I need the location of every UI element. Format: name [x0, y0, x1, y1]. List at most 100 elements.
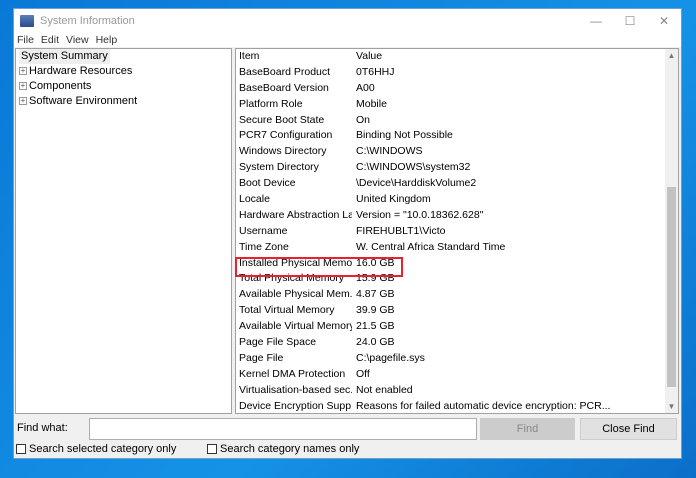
row-item: Page File Space — [236, 335, 352, 351]
row-value: Mobile — [352, 97, 387, 113]
table-row[interactable]: Hardware Abstraction La...Version = "10.… — [236, 208, 678, 224]
row-item: Total Physical Memory — [236, 271, 352, 287]
column-header-item[interactable]: Item — [236, 49, 352, 65]
row-value: C:\pagefile.sys — [352, 351, 425, 367]
row-value: United Kingdom — [352, 192, 431, 208]
tree-item-software-environment[interactable]: +Software Environment — [16, 94, 231, 109]
row-value: 24.0 GB — [352, 335, 395, 351]
expand-icon[interactable]: + — [19, 97, 27, 105]
table-row[interactable]: Installed Physical Memo...16.0 GB — [236, 256, 678, 272]
table-row[interactable]: Page FileC:\pagefile.sys — [236, 351, 678, 367]
search-selected-category-checkbox[interactable]: Search selected category only — [16, 443, 176, 455]
row-item: Kernel DMA Protection — [236, 367, 352, 383]
row-value: Version = "10.0.18362.628" — [352, 208, 483, 224]
table-row[interactable]: Total Physical Memory15.9 GB — [236, 271, 678, 287]
row-value: \Device\HarddiskVolume2 — [352, 176, 476, 192]
row-item: BaseBoard Version — [236, 81, 352, 97]
window-title: System Information — [40, 15, 579, 27]
row-item: Platform Role — [236, 97, 352, 113]
tree-item-components[interactable]: +Components — [16, 79, 231, 94]
row-value: Binding Not Possible — [352, 128, 453, 144]
system-information-window: System Information — ☐ ✕ File Edit View … — [13, 8, 682, 459]
row-item: Secure Boot State — [236, 113, 352, 129]
row-value: 0T6HHJ — [352, 65, 395, 81]
app-icon — [20, 15, 34, 27]
row-value: C:\WINDOWS — [352, 144, 423, 160]
find-bar: Find what: Find Close Find — [14, 417, 681, 443]
row-value: 21.5 GB — [352, 319, 395, 335]
find-input[interactable] — [89, 418, 477, 440]
table-row[interactable]: LocaleUnited Kingdom — [236, 192, 678, 208]
scroll-down-icon[interactable]: ▼ — [665, 402, 678, 411]
row-value: A00 — [352, 81, 375, 97]
table-row[interactable]: Device Encryption Supp...Reasons for fai… — [236, 399, 678, 414]
row-item: Hardware Abstraction La... — [236, 208, 352, 224]
row-item: Available Virtual Memory — [236, 319, 352, 335]
table-row[interactable]: Time ZoneW. Central Africa Standard Time — [236, 240, 678, 256]
table-row[interactable]: System DirectoryC:\WINDOWS\system32 — [236, 160, 678, 176]
menu-edit[interactable]: Edit — [41, 33, 59, 47]
close-button[interactable]: ✕ — [647, 14, 681, 28]
row-value: On — [352, 113, 370, 129]
row-item: Windows Directory — [236, 144, 352, 160]
minimize-button[interactable]: — — [579, 14, 613, 28]
table-row[interactable]: Windows DirectoryC:\WINDOWS — [236, 144, 678, 160]
table-row[interactable]: BaseBoard Product0T6HHJ — [236, 65, 678, 81]
row-value: FIREHUBLT1\Victo — [352, 224, 445, 240]
tree-item-hardware-resources[interactable]: +Hardware Resources — [16, 64, 231, 79]
table-header: Item Value — [236, 49, 678, 65]
table-row[interactable]: Total Virtual Memory39.9 GB — [236, 303, 678, 319]
row-item: Total Virtual Memory — [236, 303, 352, 319]
table-row[interactable]: Available Physical Mem...4.87 GB — [236, 287, 678, 303]
row-item: Device Encryption Supp... — [236, 399, 352, 414]
table-row[interactable]: Platform RoleMobile — [236, 97, 678, 113]
menu-file[interactable]: File — [17, 33, 34, 47]
row-value: 39.9 GB — [352, 303, 395, 319]
search-category-names-checkbox[interactable]: Search category names only — [207, 443, 359, 455]
menu-view[interactable]: View — [66, 33, 89, 47]
find-what-label: Find what: — [17, 422, 68, 434]
row-item: Available Physical Mem... — [236, 287, 352, 303]
table-row[interactable]: BaseBoard VersionA00 — [236, 81, 678, 97]
row-value: Reasons for failed automatic device encr… — [352, 399, 610, 414]
row-value: W. Central Africa Standard Time — [352, 240, 505, 256]
table-row[interactable]: Boot Device\Device\HarddiskVolume2 — [236, 176, 678, 192]
category-tree: System Summary +Hardware Resources +Comp… — [15, 48, 232, 414]
title-bar: System Information — ☐ ✕ — [14, 9, 681, 33]
table-row[interactable]: Available Virtual Memory21.5 GB — [236, 319, 678, 335]
row-item: Page File — [236, 351, 352, 367]
expand-icon[interactable]: + — [19, 82, 27, 90]
row-item: Username — [236, 224, 352, 240]
row-item: Time Zone — [236, 240, 352, 256]
scrollbar-thumb[interactable] — [667, 187, 676, 387]
row-item: BaseBoard Product — [236, 65, 352, 81]
table-row[interactable]: Virtualisation-based sec...Not enabled — [236, 383, 678, 399]
details-table: Item Value BaseBoard Product0T6HHJBaseBo… — [235, 48, 679, 414]
row-value: Off — [352, 367, 370, 383]
column-header-value[interactable]: Value — [352, 49, 382, 65]
row-value: 16.0 GB — [352, 256, 395, 272]
find-button[interactable]: Find — [480, 418, 575, 440]
table-row[interactable]: Page File Space24.0 GB — [236, 335, 678, 351]
close-find-button[interactable]: Close Find — [580, 418, 677, 440]
menu-bar: File Edit View Help — [14, 33, 681, 47]
scroll-up-icon[interactable]: ▲ — [665, 51, 678, 60]
row-item: Installed Physical Memo... — [236, 256, 352, 272]
row-item: System Directory — [236, 160, 352, 176]
vertical-scrollbar[interactable]: ▲ ▼ — [665, 49, 678, 413]
table-row[interactable]: PCR7 ConfigurationBinding Not Possible — [236, 128, 678, 144]
maximize-button[interactable]: ☐ — [613, 14, 647, 28]
tree-item-system-summary[interactable]: System Summary — [16, 49, 231, 64]
table-row[interactable]: Secure Boot StateOn — [236, 113, 678, 129]
table-row[interactable]: UsernameFIREHUBLT1\Victo — [236, 224, 678, 240]
row-item: PCR7 Configuration — [236, 128, 352, 144]
row-item: Virtualisation-based sec... — [236, 383, 352, 399]
row-item: Locale — [236, 192, 352, 208]
row-value: 15.9 GB — [352, 271, 395, 287]
row-item: Boot Device — [236, 176, 352, 192]
expand-icon[interactable]: + — [19, 67, 27, 75]
table-row[interactable]: Kernel DMA ProtectionOff — [236, 367, 678, 383]
menu-help[interactable]: Help — [96, 33, 118, 47]
row-value: 4.87 GB — [352, 287, 395, 303]
row-value: C:\WINDOWS\system32 — [352, 160, 470, 176]
